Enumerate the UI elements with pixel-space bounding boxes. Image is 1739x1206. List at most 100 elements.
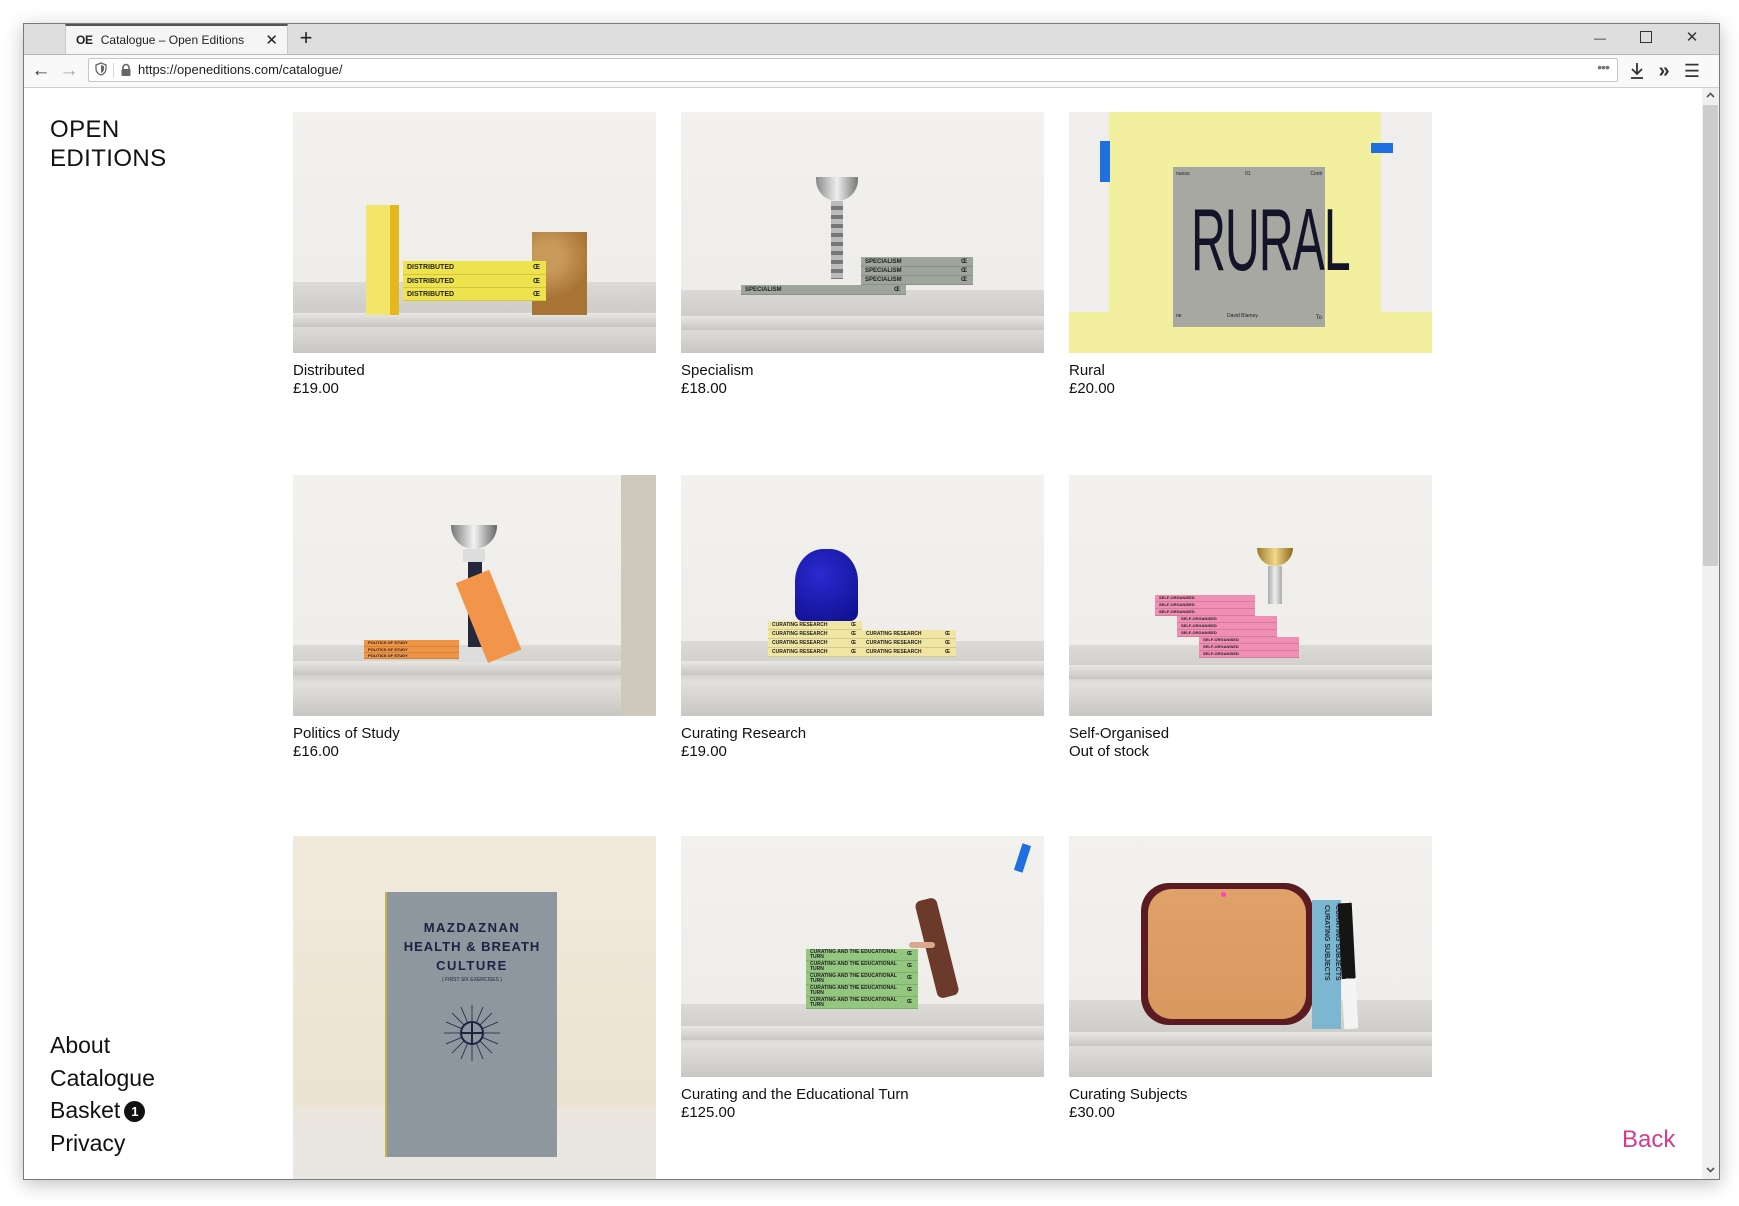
product-image-self-organised[interactable]: SELF-ORGANISED SELF-ORGANISED SELF-ORGAN… <box>1069 475 1432 716</box>
product-image-distributed[interactable]: DISTRIBUTED Œ DISTRIBUTED Œ DISTRIBUTED Œ <box>293 112 656 353</box>
book-spine-text: CURATING AND THE EDUCATIONAL TURN <box>810 972 897 984</box>
product-image-rural[interactable]: nuous 01 Conti RURAL ne David Blamey To <box>1069 112 1432 353</box>
book-spine-text: DISTRIBUTED <box>407 290 455 298</box>
vertical-scrollbar[interactable] <box>1702 88 1719 1179</box>
navigation-bar: ← → https://openeditions.com/catalogue/ … <box>24 55 1719 88</box>
lock-icon[interactable] <box>120 63 132 77</box>
product-title[interactable]: Curating Subjects <box>1069 1086 1432 1104</box>
oe-mark: Œ <box>907 999 912 1005</box>
product-title[interactable]: Rural <box>1069 362 1432 380</box>
product-title[interactable]: Curating and the Educational Turn <box>681 1086 1044 1104</box>
scroll-down-button[interactable] <box>1702 1163 1719 1179</box>
oe-mark: Œ <box>945 639 950 646</box>
cover-text: ne <box>1176 313 1182 319</box>
product-caption: Specialism £18.00 <box>681 362 1044 398</box>
book-spine-text: SELF-ORGANISED <box>1181 623 1217 628</box>
oe-mark: Œ <box>533 290 540 298</box>
book-spine-text: SELF-ORGANISED <box>1181 630 1217 635</box>
oe-mark: Œ <box>961 258 967 265</box>
book-spine-text: CURATING RESEARCH <box>772 648 828 655</box>
book-spine-text: SELF-ORGANISED <box>1203 651 1239 656</box>
product-title[interactable]: Distributed <box>293 362 656 380</box>
product-card[interactable]: CURATING RESEARCH Œ CURATING RESEARCH Œ CU… <box>681 475 1044 761</box>
product-card[interactable]: SPECIALISM Œ SPECIALISM Œ SPECIALISM Œ SPEC… <box>681 112 1044 398</box>
product-card[interactable]: MAZDAZNAN HEALTH & BREATH CULTURE ( FIRS… <box>293 836 656 1179</box>
back-link[interactable]: Back <box>1622 1126 1675 1154</box>
nav-privacy[interactable]: Privacy <box>50 1127 155 1160</box>
maximize-button[interactable] <box>1623 24 1669 54</box>
product-image-curating-subjects[interactable]: CURATING SUBJECTS CURATING SUBJECTS <box>1069 836 1432 1077</box>
tracking-shield-icon[interactable] <box>95 62 107 76</box>
product-price: £19.00 <box>681 743 727 760</box>
chevron-up-icon <box>1706 92 1715 98</box>
product-image-educational-turn[interactable]: CURATING AND THE EDUCATIONAL TURN Œ CURAT… <box>681 836 1044 1077</box>
oe-mark: Œ <box>533 264 540 271</box>
product-card[interactable]: SELF-ORGANISED SELF-ORGANISED SELF-ORGAN… <box>1069 475 1432 761</box>
book-spine-text: DISTRIBUTED <box>407 277 455 285</box>
product-price: £19.00 <box>293 380 339 397</box>
product-caption: Curating Research £19.00 <box>681 725 1044 761</box>
product-price: £16.00 <box>293 743 339 760</box>
maximize-icon <box>1640 31 1652 43</box>
product-image-politics-of-study[interactable]: POLITICS OF STUDY POLITICS OF STUDY POLI… <box>293 475 656 716</box>
cover-author: David Blamey <box>1227 313 1258 319</box>
book-spine-text: CURATING RESEARCH <box>772 630 828 637</box>
overflow-menu-button[interactable]: » <box>1651 58 1677 84</box>
nav-about[interactable]: About <box>50 1029 155 1062</box>
product-caption: Distributed £19.00 <box>293 362 656 398</box>
product-title[interactable]: Curating Research <box>681 725 1044 743</box>
download-icon <box>1631 63 1643 79</box>
scroll-up-button[interactable] <box>1702 88 1719 104</box>
scrollbar-thumb[interactable] <box>1703 105 1718 566</box>
downloads-button[interactable] <box>1624 58 1650 84</box>
tab-catalogue[interactable]: OE Catalogue – Open Editions ✕ <box>65 24 288 54</box>
product-title[interactable]: Specialism <box>681 362 1044 380</box>
oe-mark: Œ <box>945 648 950 655</box>
new-tab-button[interactable]: + <box>292 26 320 52</box>
forward-button[interactable]: → <box>55 58 83 84</box>
minimize-icon: — <box>1594 31 1606 45</box>
product-price: £125.00 <box>681 1104 736 1121</box>
address-bar[interactable]: https://openeditions.com/catalogue/ ••• <box>88 58 1618 82</box>
book-spine-text: SPECIALISM <box>865 277 902 283</box>
sunburst-emblem-icon <box>444 1005 500 1061</box>
book-spine-text: SELF-ORGANISED <box>1203 644 1239 649</box>
app-menu-button[interactable]: ☰ <box>1679 58 1705 84</box>
product-card[interactable]: POLITICS OF STUDY POLITICS OF STUDY POLI… <box>293 475 656 761</box>
oe-mark: Œ <box>961 268 967 274</box>
oe-mark: Œ <box>894 286 900 293</box>
oe-mark: Œ <box>533 277 540 285</box>
book-spine-text: SELF-ORGANISED <box>1181 616 1217 621</box>
back-button[interactable]: ← <box>27 58 55 84</box>
product-title[interactable]: Politics of Study <box>293 725 656 743</box>
close-tab-icon[interactable]: ✕ <box>265 31 278 49</box>
cover-title: HEALTH & BREATH <box>403 939 541 954</box>
book-spine-vertical: CURATING SUBJECTS <box>1312 900 1330 1029</box>
product-card[interactable]: DISTRIBUTED Œ DISTRIBUTED Œ DISTRIBUTED Œ D… <box>293 112 656 398</box>
site-navigation: About Catalogue Basket 1 Privacy <box>50 1029 155 1159</box>
product-image-mazdaznan[interactable]: MAZDAZNAN HEALTH & BREATH CULTURE ( FIRS… <box>293 836 656 1179</box>
product-image-specialism[interactable]: SPECIALISM Œ SPECIALISM Œ SPECIALISM Œ SPEC… <box>681 112 1044 353</box>
url-text[interactable]: https://openeditions.com/catalogue/ <box>138 62 343 77</box>
product-price: £30.00 <box>1069 1104 1115 1121</box>
book-spine-text: CURATING SUBJECTS <box>1323 905 1330 981</box>
close-window-icon: ✕ <box>1685 29 1699 46</box>
product-card[interactable]: CURATING SUBJECTS CURATING SUBJECTS Cura… <box>1069 836 1432 1122</box>
product-image-curating-research[interactable]: CURATING RESEARCH Œ CURATING RESEARCH Œ CU… <box>681 475 1044 716</box>
product-title[interactable]: Self-Organised <box>1069 725 1432 743</box>
nav-catalogue[interactable]: Catalogue <box>50 1062 155 1095</box>
page-actions-icon[interactable]: ••• <box>1597 59 1610 75</box>
site-logo[interactable]: OPEN EDITIONS <box>50 115 167 173</box>
nav-basket[interactable]: Basket 1 <box>50 1094 155 1127</box>
tab-title: Catalogue – Open Editions <box>100 33 245 47</box>
book-spine-text: CURATING RESEARCH <box>866 639 922 646</box>
product-card[interactable]: nuous 01 Conti RURAL ne David Blamey To … <box>1069 112 1432 398</box>
product-caption: Curating Subjects £30.00 <box>1069 1086 1432 1122</box>
book-spine-text: SELF-ORGANISED <box>1159 602 1195 607</box>
minimize-button[interactable]: — <box>1577 24 1623 54</box>
close-window-button[interactable]: ✕ <box>1669 24 1715 54</box>
product-card[interactable]: CURATING AND THE EDUCATIONAL TURN Œ CURAT… <box>681 836 1044 1122</box>
logo-line-1: OPEN <box>50 116 120 143</box>
cover-title: CULTURE <box>436 958 508 973</box>
book-spine-text: SELF-ORGANISED <box>1203 637 1239 642</box>
